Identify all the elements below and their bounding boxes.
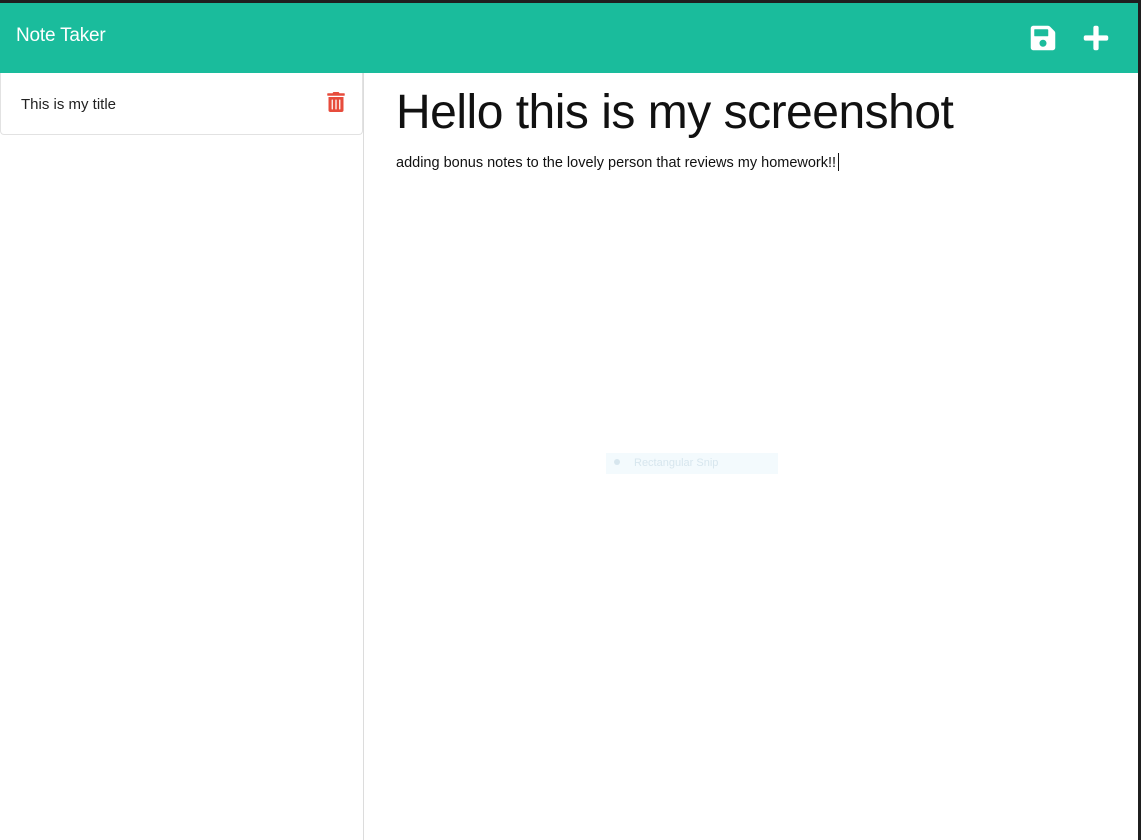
snip-tooltip: Rectangular Snip: [606, 453, 778, 474]
navbar: Note Taker: [0, 3, 1138, 73]
delete-note-button[interactable]: [327, 92, 345, 112]
snip-dot-icon: [614, 459, 620, 465]
text-cursor: [838, 153, 840, 171]
note-editor: adding bonus notes to the lovely person …: [364, 73, 1138, 840]
note-text-content[interactable]: adding bonus notes to the lovely person …: [396, 155, 836, 171]
note-text-area[interactable]: adding bonus notes to the lovely person …: [396, 153, 840, 171]
note-list-item-title[interactable]: This is my title: [21, 96, 116, 113]
save-note-button[interactable]: [1029, 24, 1057, 52]
floppy-disk-icon: [1030, 25, 1056, 51]
brand-title[interactable]: Note Taker: [16, 25, 106, 47]
new-note-button[interactable]: [1082, 24, 1110, 52]
notes-sidebar: This is my title: [0, 73, 364, 840]
note-title-input[interactable]: [396, 85, 1116, 140]
snip-tooltip-label: Rectangular Snip: [634, 457, 719, 469]
app-window: Note Taker This is my title adding bonus…: [0, 3, 1138, 840]
trash-icon: [327, 92, 345, 112]
note-list-item[interactable]: This is my title: [0, 73, 363, 135]
plus-icon: [1083, 25, 1109, 51]
